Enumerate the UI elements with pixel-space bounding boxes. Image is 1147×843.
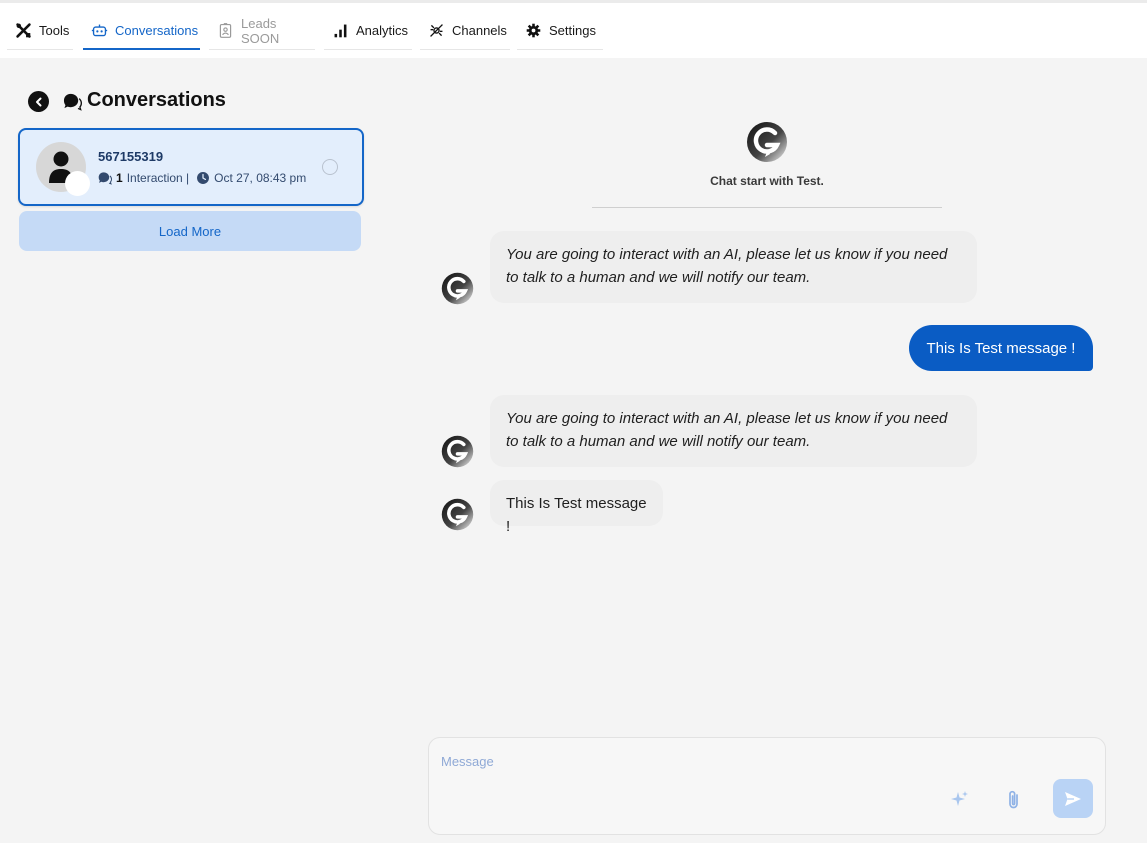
- bot-message-bubble: You are going to interact with an AI, pl…: [490, 231, 977, 303]
- tab-leads[interactable]: Leads SOON: [209, 12, 315, 50]
- load-more-button[interactable]: Load More: [19, 211, 361, 251]
- interaction-count: 1: [116, 171, 123, 185]
- conversation-card[interactable]: 567155319 1 Interaction | Oct 27, 08:43 …: [18, 128, 364, 206]
- bar-chart-icon: [334, 24, 347, 38]
- contact-card-icon: [219, 23, 232, 38]
- tab-channels[interactable]: Channels: [420, 12, 510, 50]
- tab-conversations-label: Conversations: [115, 22, 199, 38]
- bot-avatar-icon: [441, 435, 474, 468]
- chat-divider: [592, 207, 942, 208]
- chat-bubbles-icon: [63, 93, 82, 111]
- clock-icon: [197, 172, 210, 184]
- interaction-label: Interaction |: [126, 171, 190, 185]
- gear-icon: [526, 23, 541, 38]
- message-input[interactable]: [441, 746, 1081, 776]
- tab-settings[interactable]: Settings: [517, 12, 603, 50]
- top-nav: Tools Conversations Leads SOON Analytics…: [0, 0, 1147, 58]
- tab-channels-label: Channels: [452, 23, 507, 38]
- back-button[interactable]: [28, 91, 49, 112]
- connections-icon: [430, 24, 443, 37]
- bot-message-bubble: You are going to interact with an AI, pl…: [490, 395, 977, 467]
- tab-conversations[interactable]: Conversations: [83, 12, 200, 50]
- conversation-timestamp: Oct 27, 08:43 pm: [214, 171, 307, 185]
- tools-icon: [16, 23, 31, 38]
- tab-leads-label: Leads SOON: [241, 15, 280, 46]
- avatar-status-badge: [65, 171, 90, 196]
- send-button[interactable]: [1053, 779, 1093, 818]
- paperclip-icon[interactable]: [1004, 789, 1024, 811]
- bot-message-bubble: This Is Test message !: [490, 480, 663, 535]
- chat-bubbles-icon: [98, 172, 112, 185]
- bot-logo-icon: [747, 122, 787, 162]
- tab-analytics-label: Analytics: [356, 23, 409, 38]
- tab-tools[interactable]: Tools: [7, 12, 73, 50]
- sparkle-icon[interactable]: [950, 789, 970, 809]
- robot-icon: [91, 24, 108, 36]
- bot-avatar-icon: [441, 272, 474, 305]
- conversation-name: 567155319: [98, 149, 164, 164]
- message-composer: [428, 737, 1106, 835]
- page-title: Conversations: [87, 89, 226, 111]
- bot-avatar-icon: [441, 498, 474, 531]
- chevron-left-icon: [35, 97, 41, 106]
- send-icon: [1065, 791, 1081, 806]
- tab-analytics[interactable]: Analytics: [324, 12, 412, 50]
- tab-tools-label: Tools: [39, 23, 70, 38]
- tab-settings-label: Settings: [549, 23, 596, 38]
- user-message-bubble: This Is Test message !: [909, 325, 1093, 371]
- conversation-meta: 1 Interaction | Oct 27, 08:43 pm: [98, 171, 306, 185]
- chat-start-notice: Chat start with Test.: [710, 174, 824, 188]
- select-conversation-checkbox[interactable]: [322, 159, 338, 175]
